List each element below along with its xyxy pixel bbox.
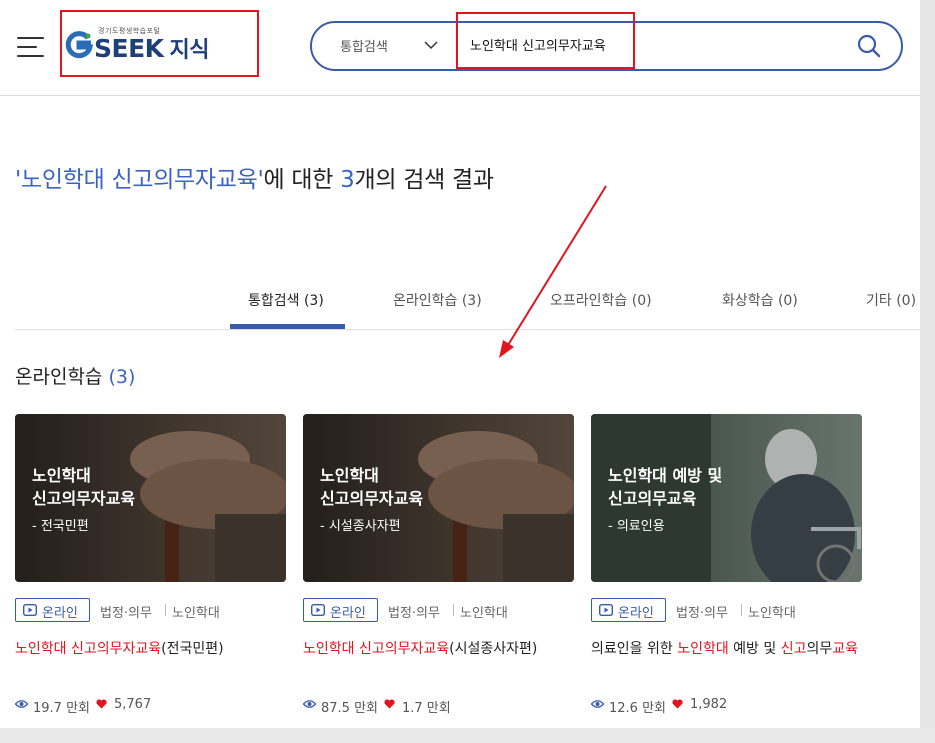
annotation-arrow xyxy=(499,185,607,358)
vertical-scrollbar[interactable] xyxy=(920,0,935,743)
horizontal-scrollbar[interactable] xyxy=(0,728,935,743)
page: 경기도평생학습포털 SEEK지식 통합검색 '노인학대 신고의무자교육'에 대한… xyxy=(0,0,920,743)
